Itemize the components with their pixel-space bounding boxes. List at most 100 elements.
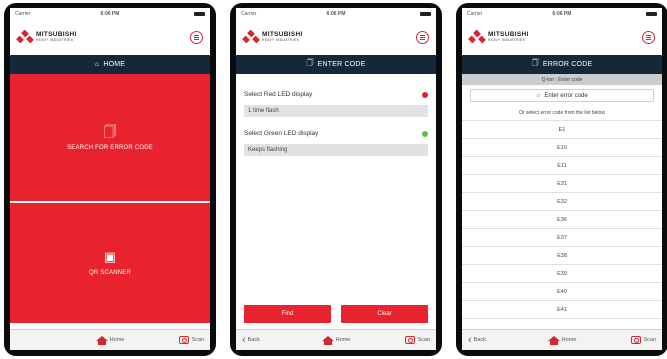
- battery-icon: [193, 11, 205, 16]
- search-error-code-button[interactable]: 🗍 SEARCH FOR ERROR CODE: [10, 74, 210, 202]
- tab-home[interactable]: Home: [531, 335, 594, 345]
- brand-bar: MITSUBISHI HEAVY INDUSTRIES: [236, 19, 436, 55]
- page-title: ERROR CODE: [542, 61, 593, 68]
- brand-logo: MITSUBISHI HEAVY INDUSTRIES: [468, 29, 529, 44]
- status-carrier: Carrier: [467, 10, 483, 17]
- tab-home[interactable]: Home: [79, 335, 142, 345]
- green-led-icon: [422, 130, 428, 137]
- status-carrier: Carrier: [15, 10, 31, 17]
- tab-back[interactable]: ‹ Back: [468, 333, 531, 346]
- status-bar: Carrier 6:06 PM: [10, 8, 210, 19]
- brand-sub: HEAVY INDUSTRIES: [36, 38, 74, 43]
- error-code-item[interactable]: E37: [462, 229, 662, 247]
- page-title-bar: 🗍 ENTER CODE: [236, 55, 436, 74]
- error-code-item[interactable]: E10: [462, 139, 662, 157]
- status-bar: Carrier 6:06 PM: [462, 8, 662, 19]
- tab-back-label: Back: [247, 337, 260, 343]
- home-tab-icon: [547, 335, 560, 345]
- error-code-item[interactable]: E40: [462, 283, 662, 301]
- error-code-item[interactable]: E31: [462, 175, 662, 193]
- brand-logo: MITSUBISHI HEAVY INDUSTRIES: [16, 29, 77, 44]
- red-led-select[interactable]: Select Red LED display: [244, 86, 428, 103]
- tab-scan-label: Scan: [643, 337, 657, 343]
- battery-icon: [645, 11, 657, 16]
- brand-logo-icon: [16, 29, 34, 44]
- red-led-value[interactable]: 1 time flash: [244, 105, 428, 117]
- tab-back-label: Back: [473, 337, 486, 343]
- list-hint: Or select error code from the list below: [519, 110, 605, 116]
- tab-scan[interactable]: Scan: [141, 336, 204, 344]
- brand-sub: HEAVY INDUSTRIES: [488, 38, 526, 43]
- tab-scan[interactable]: Scan: [367, 336, 430, 344]
- chevron-left-icon: ‹: [468, 333, 472, 346]
- brand-logo: MITSUBISHI HEAVY INDUSTRIES: [242, 29, 303, 44]
- page-title-bar: ⌂ HOME: [10, 55, 210, 74]
- search-document-icon: 🗍: [531, 60, 539, 67]
- tab-bar: Home Scan: [10, 329, 210, 350]
- menu-icon: [646, 36, 651, 38]
- status-time: 6:06 PM: [100, 10, 120, 17]
- search-icon: ☌: [536, 93, 541, 99]
- status-time: 6:06 PM: [552, 10, 572, 17]
- screen-home: Carrier 6:06 PM MITSUBISHI HEAVY INDUSTR…: [10, 8, 210, 350]
- scan-tab-icon: [179, 336, 190, 344]
- error-code-item[interactable]: E36: [462, 211, 662, 229]
- phone-frame-error-code: Carrier 6:06 PM MITSUBISHI HEAVY INDUSTR…: [456, 3, 667, 356]
- red-led-icon: [422, 91, 428, 98]
- tab-back[interactable]: ‹ Back: [242, 333, 305, 346]
- red-led-value-text: 1 time flash: [248, 108, 279, 114]
- scan-tab-icon: [631, 336, 642, 344]
- status-bar: Carrier 6:06 PM: [236, 8, 436, 19]
- status-carrier: Carrier: [241, 10, 257, 17]
- home-tab-icon: [321, 335, 334, 345]
- page-title: HOME: [103, 61, 126, 68]
- camera-icon: ▣: [103, 249, 117, 264]
- clear-button[interactable]: Clear: [341, 305, 428, 323]
- page-title-bar: 🗍 ERROR CODE: [462, 55, 662, 74]
- screen-error-code: Carrier 6:06 PM MITSUBISHI HEAVY INDUSTR…: [462, 8, 662, 350]
- brand-bar: MITSUBISHI HEAVY INDUSTRIES: [462, 19, 662, 55]
- find-button[interactable]: Find: [244, 305, 331, 323]
- error-code-item[interactable]: E41: [462, 301, 662, 319]
- error-code-item[interactable]: E38: [462, 247, 662, 265]
- error-code-search-input[interactable]: ☌ Enter error code: [470, 89, 654, 102]
- error-code-item[interactable]: E11: [462, 157, 662, 175]
- phone-frame-enter-code: Carrier 6:06 PM MITSUBISHI HEAVY INDUSTR…: [230, 3, 442, 356]
- brand-logo-icon: [468, 29, 486, 44]
- error-code-item[interactable]: E32: [462, 193, 662, 211]
- chevron-left-icon: ‹: [242, 333, 246, 346]
- search-placeholder: Enter error code: [544, 92, 588, 99]
- page-title: ENTER CODE: [317, 61, 366, 68]
- tab-home-label: Home: [109, 337, 125, 343]
- menu-button[interactable]: [642, 30, 655, 44]
- tab-scan-label: Scan: [191, 337, 205, 343]
- green-led-value[interactable]: Keeps flashing: [244, 144, 428, 156]
- home-icon: ⌂: [94, 61, 100, 68]
- search-document-icon: 🗍: [103, 123, 117, 139]
- search-error-code-label: SEARCH FOR ERROR CODE: [67, 144, 153, 151]
- qr-scanner-button[interactable]: ▣ QR SCANNER: [10, 203, 210, 323]
- menu-button[interactable]: [190, 30, 203, 44]
- tab-scan[interactable]: Scan: [593, 336, 656, 344]
- brand-logo-icon: [242, 29, 260, 44]
- subtitle-bar: Q-ton : Enter code: [462, 74, 662, 85]
- qr-scanner-label: QR SCANNER: [88, 270, 131, 276]
- green-led-label: Select Green LED display: [244, 130, 319, 137]
- green-led-select[interactable]: Select Green LED display: [244, 125, 428, 142]
- menu-icon: [420, 36, 425, 38]
- error-code-list[interactable]: E1 E10 E11 E31 E32 E36 E37 E38 E39 E40 E41: [462, 120, 662, 329]
- tab-home-label: Home: [335, 337, 351, 343]
- green-led-value-text: Keeps flashing: [248, 147, 288, 153]
- error-code-item[interactable]: E1: [462, 121, 662, 139]
- brand-sub: HEAVY INDUSTRIES: [262, 38, 300, 43]
- menu-button[interactable]: [416, 30, 429, 44]
- screen-enter-code: Carrier 6:06 PM MITSUBISHI HEAVY INDUSTR…: [236, 8, 436, 350]
- scan-tab-icon: [405, 336, 416, 344]
- brand-bar: MITSUBISHI HEAVY INDUSTRIES: [10, 19, 210, 55]
- tab-home[interactable]: Home: [305, 335, 368, 345]
- phone-frame-home: Carrier 6:06 PM MITSUBISHI HEAVY INDUSTR…: [4, 3, 216, 356]
- error-code-item[interactable]: E39: [462, 265, 662, 283]
- battery-icon: [419, 11, 431, 16]
- tab-home-label: Home: [561, 337, 577, 343]
- menu-icon: [194, 36, 199, 38]
